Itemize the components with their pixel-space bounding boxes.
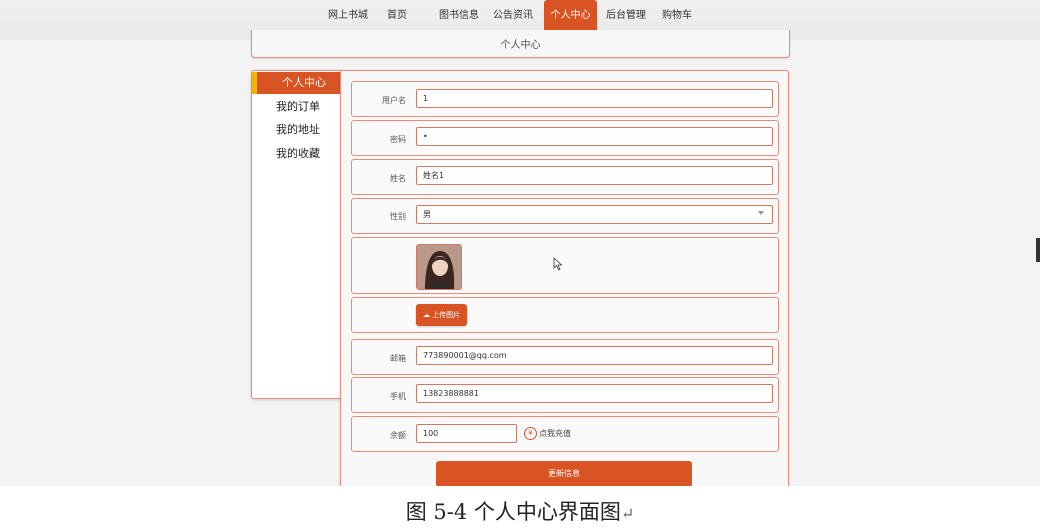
side-menu-item-favorites[interactable]: 我的收藏: [252, 143, 342, 165]
password-input[interactable]: •: [416, 127, 773, 146]
side-menu-item-orders[interactable]: 我的订单: [252, 96, 342, 118]
form-row-password: 密码 •: [351, 120, 779, 156]
nav-news[interactable]: 公告资讯: [490, 0, 536, 34]
side-menu-item-user-center[interactable]: 个人中心: [252, 72, 342, 94]
balance-input[interactable]: 100: [416, 424, 517, 443]
screenshot-area: 网上书城 首页 图书信息 公告资讯 个人中心 后台管理 购物车 个人中心 个人中…: [0, 0, 1040, 486]
cloud-upload-icon: ☁: [422, 311, 430, 319]
recharge-link[interactable]: ¥ 点我充值: [524, 427, 571, 441]
page-title: 个人中心: [500, 40, 541, 51]
form-row-avatar: [351, 237, 779, 294]
form-row-upload: ☁ 上传图片: [351, 297, 779, 333]
gender-select[interactable]: 男: [416, 205, 773, 224]
upload-image-button[interactable]: ☁ 上传图片: [416, 304, 467, 326]
name-label: 姓名: [390, 174, 406, 183]
nav-books[interactable]: 图书信息: [436, 0, 482, 34]
balance-label: 余额: [390, 431, 406, 440]
gender-label: 性别: [390, 212, 406, 221]
nav-brand[interactable]: 网上书城: [326, 0, 370, 34]
form-row-balance: 余额 100 ¥ 点我充值: [351, 416, 779, 452]
form-row-email: 邮箱 773890001@qq.com: [351, 339, 779, 375]
nav-home[interactable]: 首页: [380, 0, 414, 34]
form-row-username: 用户名 1: [351, 81, 779, 117]
form-row-phone: 手机 13823888881: [351, 377, 779, 413]
avatar: [416, 244, 462, 290]
caption-text: 图 5-4 个人中心界面图: [405, 500, 621, 524]
yen-coin-icon: ¥: [524, 427, 537, 440]
side-menu: 个人中心 我的订单 我的地址 我的收藏: [251, 70, 343, 399]
update-info-button[interactable]: 更新信息: [436, 461, 692, 486]
scrollbar-thumb[interactable]: [1036, 238, 1040, 262]
side-menu-item-addresses[interactable]: 我的地址: [252, 119, 342, 141]
email-input[interactable]: 773890001@qq.com: [416, 346, 773, 365]
upload-button-label: 上传图片: [432, 311, 461, 319]
avatar-photo: [417, 245, 461, 289]
phone-input[interactable]: 13823888881: [416, 384, 773, 403]
username-input[interactable]: 1: [416, 89, 773, 108]
name-input[interactable]: 姓名1: [416, 166, 773, 185]
page-title-panel: 个人中心: [251, 30, 790, 58]
mouse-cursor-icon: [553, 257, 563, 271]
form-row-name: 姓名 姓名1: [351, 159, 779, 195]
phone-label: 手机: [390, 392, 406, 401]
chevron-down-icon: [758, 211, 764, 215]
email-label: 邮箱: [390, 354, 406, 363]
profile-form: 用户名 1 密码 • 姓名 姓名1 性别 男 ☁ 上传图片 邮箱 7738900…: [340, 70, 789, 486]
recharge-label: 点我充值: [539, 429, 571, 438]
form-row-gender: 性别 男: [351, 198, 779, 234]
return-mark-icon: ↵: [620, 504, 635, 523]
nav-cart[interactable]: 购物车: [660, 0, 694, 34]
username-label: 用户名: [382, 96, 406, 105]
password-label: 密码: [390, 135, 406, 144]
gender-selected-value: 男: [423, 210, 431, 219]
nav-admin[interactable]: 后台管理: [603, 0, 649, 34]
figure-caption: 图 5-4 个人中心界面图↵: [0, 496, 1040, 526]
